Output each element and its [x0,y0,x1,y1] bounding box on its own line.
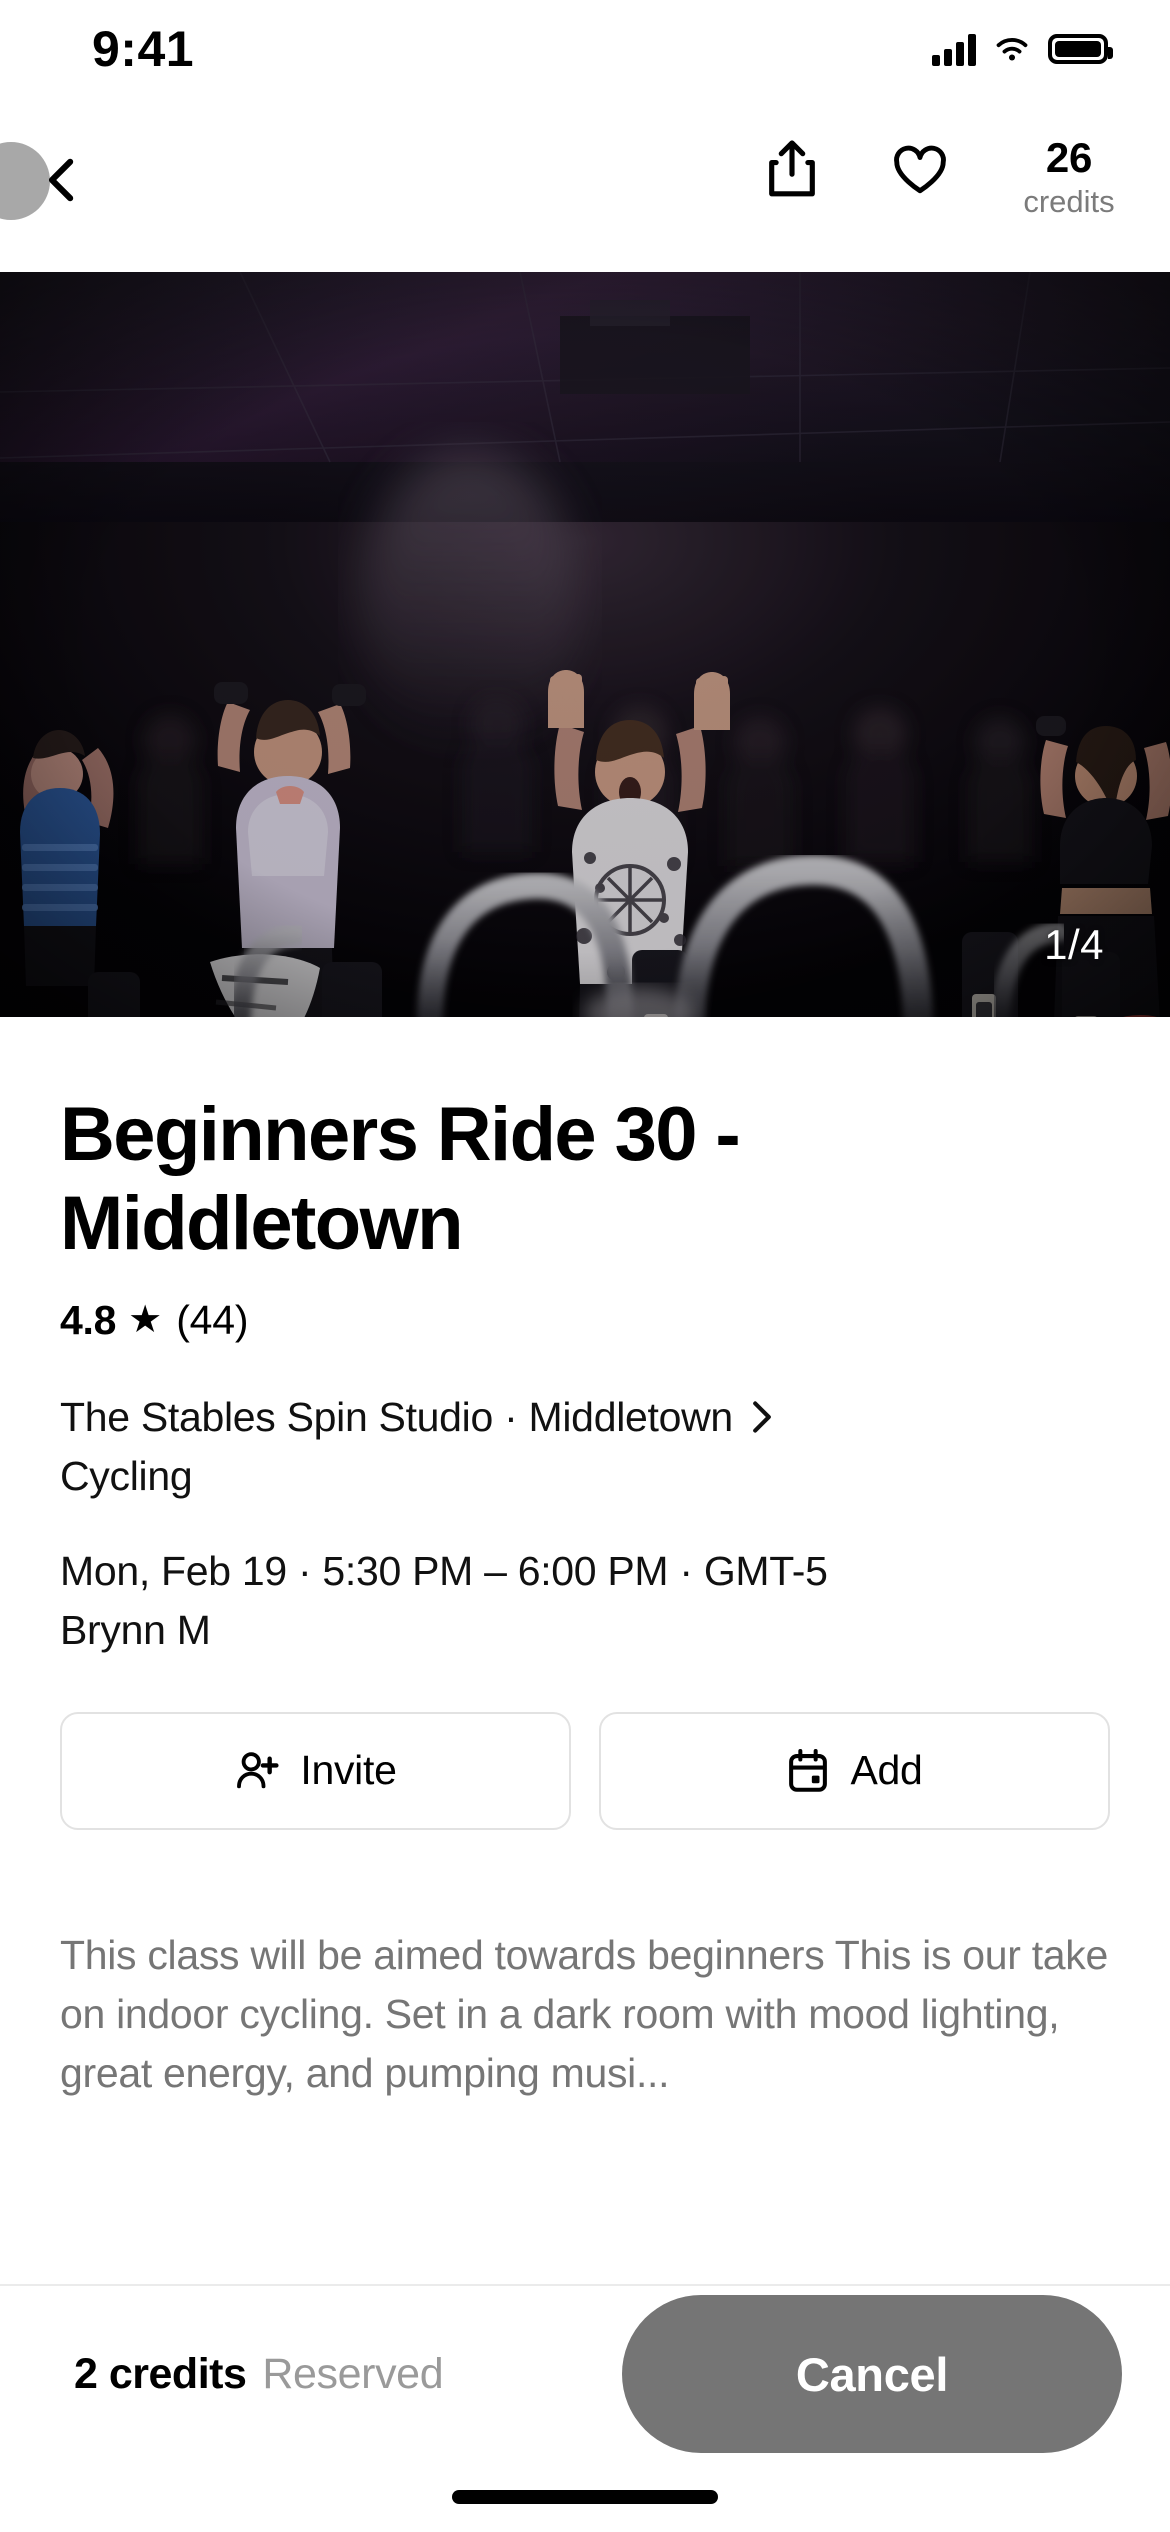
credits-label: credits [1023,183,1115,219]
studio-name: The Stables Spin Studio · Middletown [60,1393,733,1440]
chevron-right-icon [753,1401,771,1433]
price-value: 2 credits [74,2349,247,2398]
chevron-left-icon[interactable] [34,152,90,208]
class-description[interactable]: This class will be aimed towards beginne… [60,1926,1110,2103]
nav-actions: 26 credits [760,134,1122,220]
spin-studio-photo [0,272,1170,1017]
navigation-bar: 26 credits [0,92,1170,272]
cellular-signal-icon [932,32,976,66]
status-indicators [932,32,1113,66]
class-schedule: Mon, Feb 19 · 5:30 PM – 6:00 PM · GMT-5 [60,1547,828,1594]
credits-value: 26 [1045,134,1093,181]
class-instructor: Brynn M [60,1606,211,1653]
class-photo-carousel[interactable]: 1/4 [0,272,1170,1017]
secondary-actions: Invite Add [60,1711,1110,1830]
class-details: Beginners Ride 30 - Middletown 4.8 ★ (44… [0,1017,1170,2103]
status-time: 9:41 [92,21,195,77]
cancel-button[interactable]: Cancel [622,2295,1122,2453]
star-icon: ★ [128,1299,163,1342]
booking-status: Reserved [262,2349,444,2398]
battery-icon [1048,34,1113,64]
invite-label: Invite [300,1747,397,1794]
favorite-button[interactable] [888,134,952,206]
share-icon [769,140,815,197]
wifi-icon [996,38,1028,61]
share-button[interactable] [760,134,824,206]
add-label: Add [850,1747,923,1794]
rating-count: (44) [176,1296,249,1343]
photo-counter: 1/4 [1044,921,1104,968]
calendar-icon [789,1748,828,1792]
home-indicator [452,2490,718,2504]
studio-link[interactable]: The Stables Spin Studio · Middletown [60,1394,1110,1441]
class-category: Cycling [60,1452,193,1499]
status-bar: 9:41 [0,0,1170,92]
credits-indicator[interactable]: 26 credits [1016,134,1122,220]
rating-summary[interactable]: 4.8 ★ (44) [60,1297,1110,1344]
heart-outline-icon [894,145,946,194]
rating-value: 4.8 [60,1296,117,1343]
add-to-calendar-button[interactable]: Add [599,1711,1110,1830]
booking-bar: 2 credits Reserved Cancel [0,2286,1170,2462]
page-title: Beginners Ride 30 - Middletown [60,1092,741,1266]
app-screen: 9:41 26 credits 1/4 Beginners Ride 30 - … [0,0,1170,2532]
person-add-icon [237,1752,279,1789]
invite-button[interactable]: Invite [60,1711,571,1830]
price-summary: 2 credits Reserved [74,2349,444,2399]
